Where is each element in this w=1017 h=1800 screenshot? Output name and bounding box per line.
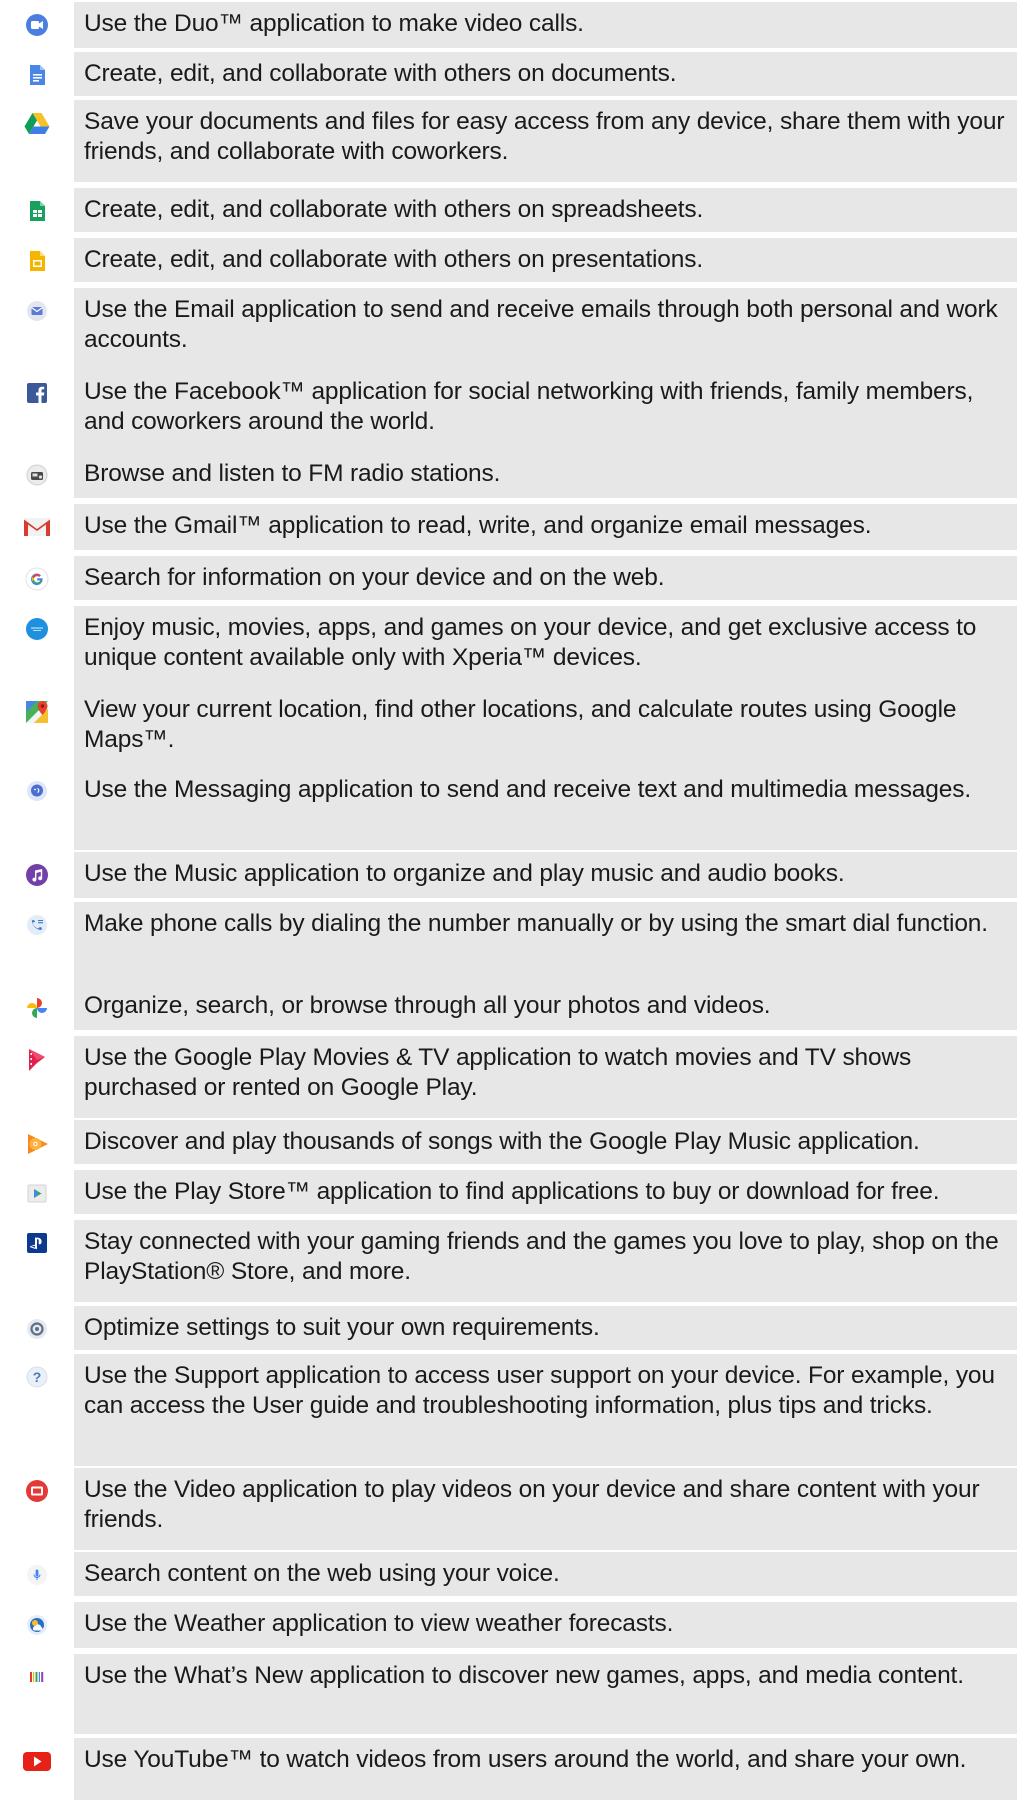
app-row: Create, edit, and collaborate with other… bbox=[0, 188, 1017, 232]
app-description: Use the Support application to access us… bbox=[74, 1354, 1017, 1466]
duo-icon bbox=[0, 2, 74, 38]
app-description: Use the Google Play Movies & TV applicat… bbox=[74, 1036, 1017, 1118]
app-description: Use YouTube™ to watch videos from users … bbox=[74, 1738, 1017, 1800]
app-description: View your current location, find other l… bbox=[74, 688, 1017, 768]
youtube-icon bbox=[0, 1738, 74, 1774]
maps-icon bbox=[0, 688, 74, 726]
app-row: Use the Duo™ application to make video c… bbox=[0, 2, 1017, 48]
app-row: Use the Music application to organize an… bbox=[0, 852, 1017, 898]
google-icon bbox=[0, 556, 74, 592]
app-description: Create, edit, and collaborate with other… bbox=[74, 238, 1017, 282]
app-row: Create, edit, and collaborate with other… bbox=[0, 52, 1017, 96]
app-row: Search for information on your device an… bbox=[0, 556, 1017, 600]
docs-icon bbox=[0, 52, 74, 88]
messaging-icon bbox=[0, 768, 74, 804]
gmail-icon bbox=[0, 504, 74, 540]
photos-icon bbox=[0, 984, 74, 1022]
app-description: Search for information on your device an… bbox=[74, 556, 1017, 600]
app-row: Stay connected with your gaming friends … bbox=[0, 1220, 1017, 1302]
app-description: Use the Duo™ application to make video c… bbox=[74, 2, 1017, 48]
app-row: Use YouTube™ to watch videos from users … bbox=[0, 1738, 1017, 1800]
settings-icon bbox=[0, 1306, 74, 1342]
app-description: Use the Video application to play videos… bbox=[74, 1468, 1017, 1550]
app-description: Use the Gmail™ application to read, writ… bbox=[74, 504, 1017, 550]
xperia-lounge-icon bbox=[0, 606, 74, 642]
app-description: Discover and play thousands of songs wit… bbox=[74, 1120, 1017, 1164]
slides-icon bbox=[0, 238, 74, 274]
music-icon bbox=[0, 852, 74, 888]
app-row: ? Use the Support application to access u… bbox=[0, 1354, 1017, 1466]
weather-icon bbox=[0, 1602, 74, 1638]
app-row: Use the Video application to play videos… bbox=[0, 1468, 1017, 1550]
app-description: Browse and listen to FM radio stations. bbox=[74, 452, 1017, 498]
app-row: Save your documents and files for easy a… bbox=[0, 100, 1017, 182]
app-row: Search content on the web using your voi… bbox=[0, 1552, 1017, 1596]
app-row: View your current location, find other l… bbox=[0, 688, 1017, 768]
app-row: Use the Email application to send and re… bbox=[0, 288, 1017, 370]
app-row: Use the Facebook™ application for social… bbox=[0, 370, 1017, 452]
app-description: Use the Email application to send and re… bbox=[74, 288, 1017, 370]
app-row: Use the Gmail™ application to read, writ… bbox=[0, 504, 1017, 550]
app-row: Discover and play thousands of songs wit… bbox=[0, 1120, 1017, 1164]
app-description: Use the Messaging application to send an… bbox=[74, 768, 1017, 850]
app-row: Use the Messaging application to send an… bbox=[0, 768, 1017, 850]
drive-icon bbox=[0, 100, 74, 136]
app-row: Optimize settings to suit your own requi… bbox=[0, 1306, 1017, 1350]
app-row: Use the Play Store™ application to find … bbox=[0, 1170, 1017, 1214]
app-description: Search content on the web using your voi… bbox=[74, 1552, 1017, 1596]
facebook-icon bbox=[0, 370, 74, 406]
app-description: Stay connected with your gaming friends … bbox=[74, 1220, 1017, 1302]
phone-icon bbox=[0, 902, 74, 938]
app-description: Use the Music application to organize an… bbox=[74, 852, 1017, 898]
app-description: Create, edit, and collaborate with other… bbox=[74, 52, 1017, 96]
playstation-icon bbox=[0, 1220, 74, 1256]
app-description: Use the Weather application to view weat… bbox=[74, 1602, 1017, 1648]
app-description: Use the Facebook™ application for social… bbox=[74, 370, 1017, 452]
app-row: Make phone calls by dialing the number m… bbox=[0, 902, 1017, 984]
app-description: Create, edit, and collaborate with other… bbox=[74, 188, 1017, 232]
support-icon: ? bbox=[0, 1354, 74, 1390]
app-row: Use the Google Play Movies & TV applicat… bbox=[0, 1036, 1017, 1118]
app-description: Organize, search, or browse through all … bbox=[74, 984, 1017, 1030]
app-description: Optimize settings to suit your own requi… bbox=[74, 1306, 1017, 1350]
play-movies-icon bbox=[0, 1036, 74, 1074]
app-description: Use the What’s New application to discov… bbox=[74, 1654, 1017, 1734]
app-description: Make phone calls by dialing the number m… bbox=[74, 902, 1017, 984]
app-row: Use the Weather application to view weat… bbox=[0, 1602, 1017, 1648]
voice-search-icon bbox=[0, 1552, 74, 1588]
app-row: Enjoy music, movies, apps, and games on … bbox=[0, 606, 1017, 688]
app-row: Use the What’s New application to discov… bbox=[0, 1654, 1017, 1734]
sheets-icon bbox=[0, 188, 74, 224]
app-description: Enjoy music, movies, apps, and games on … bbox=[74, 606, 1017, 688]
app-row: Browse and listen to FM radio stations. bbox=[0, 452, 1017, 498]
play-store-icon bbox=[0, 1170, 74, 1206]
fm-radio-icon bbox=[0, 452, 74, 488]
app-description: Use the Play Store™ application to find … bbox=[74, 1170, 1017, 1214]
video-icon bbox=[0, 1468, 74, 1504]
app-description: Save your documents and files for easy a… bbox=[74, 100, 1017, 182]
app-row: Create, edit, and collaborate with other… bbox=[0, 238, 1017, 282]
svg-text:?: ? bbox=[33, 1369, 42, 1385]
whats-new-icon bbox=[0, 1654, 74, 1690]
app-row: Organize, search, or browse through all … bbox=[0, 984, 1017, 1030]
play-music-icon bbox=[0, 1120, 74, 1158]
email-icon bbox=[0, 288, 74, 324]
